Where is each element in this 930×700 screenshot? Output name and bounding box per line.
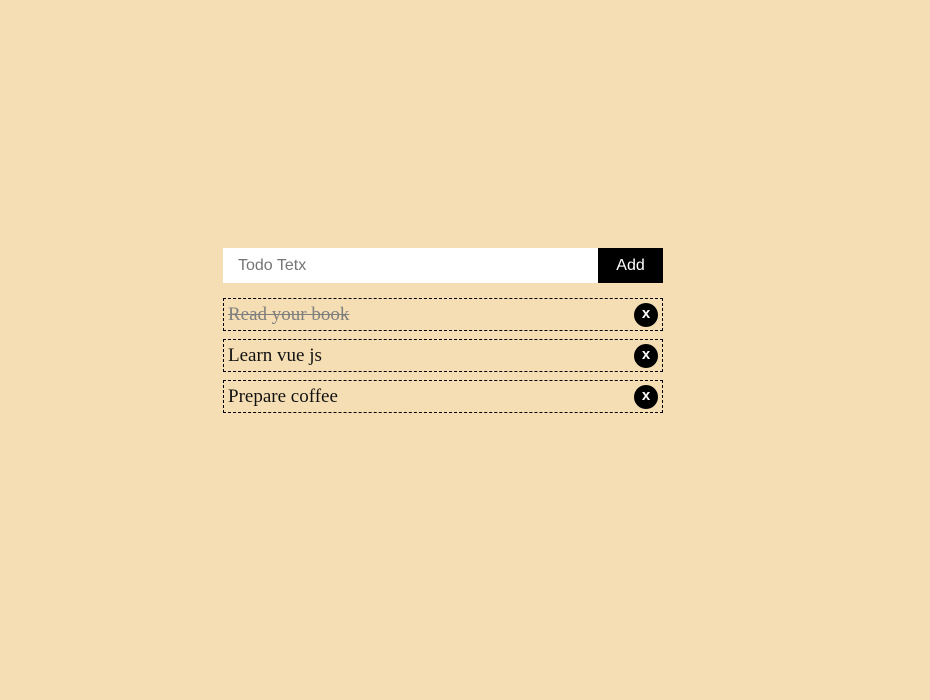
todo-item: Learn vue js x: [223, 339, 663, 372]
add-button[interactable]: Add: [598, 248, 663, 283]
todo-text-input[interactable]: [223, 248, 598, 283]
todo-item-text[interactable]: Prepare coffee: [228, 386, 338, 408]
delete-todo-button[interactable]: x: [634, 343, 658, 368]
delete-todo-button[interactable]: x: [634, 384, 658, 409]
todo-item: Prepare coffee x: [223, 380, 663, 413]
todo-app: Add Read your book x Learn vue js x Prep…: [223, 248, 663, 421]
todo-item-text[interactable]: Read your book: [228, 304, 349, 326]
todo-list: Read your book x Learn vue js x Prepare …: [223, 298, 663, 413]
todo-item-text[interactable]: Learn vue js: [228, 345, 322, 367]
add-todo-form: Add: [223, 248, 663, 283]
delete-todo-button[interactable]: x: [634, 302, 658, 327]
todo-item: Read your book x: [223, 298, 663, 331]
page-background: { "form": { "input_placeholder": "Todo T…: [0, 0, 930, 700]
